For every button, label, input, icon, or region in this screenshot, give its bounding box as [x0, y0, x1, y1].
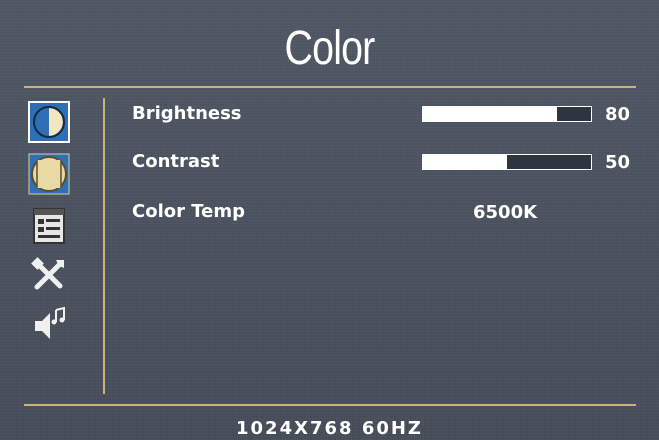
menu-divider [103, 98, 105, 394]
title-divider [24, 86, 636, 88]
footer-divider [24, 404, 636, 406]
tools-icon[interactable] [28, 254, 70, 296]
contrast-value: 50 [605, 152, 631, 173]
brightness-slider-fill [423, 107, 558, 121]
brightness-value: 80 [605, 104, 631, 125]
color-temp-value[interactable]: 6500K [473, 202, 537, 223]
image-geometry-icon[interactable] [28, 153, 70, 195]
contrast-label: Contrast [132, 151, 220, 172]
osd-menu: Color Brightness 80 Contrast 50 Color Te… [0, 0, 659, 440]
color-temp-label[interactable]: Color Temp [132, 201, 245, 222]
audio-icon[interactable] [28, 304, 70, 346]
osd-settings-icon[interactable] [28, 205, 70, 247]
page-title: Color [284, 22, 376, 75]
brightness-contrast-icon[interactable] [28, 101, 70, 143]
contrast-slider[interactable] [422, 154, 592, 170]
resolution-status: 1024X768 60HZ [236, 418, 423, 439]
brightness-label: Brightness [132, 103, 242, 124]
contrast-slider-fill [423, 155, 507, 169]
brightness-slider[interactable] [422, 106, 592, 122]
